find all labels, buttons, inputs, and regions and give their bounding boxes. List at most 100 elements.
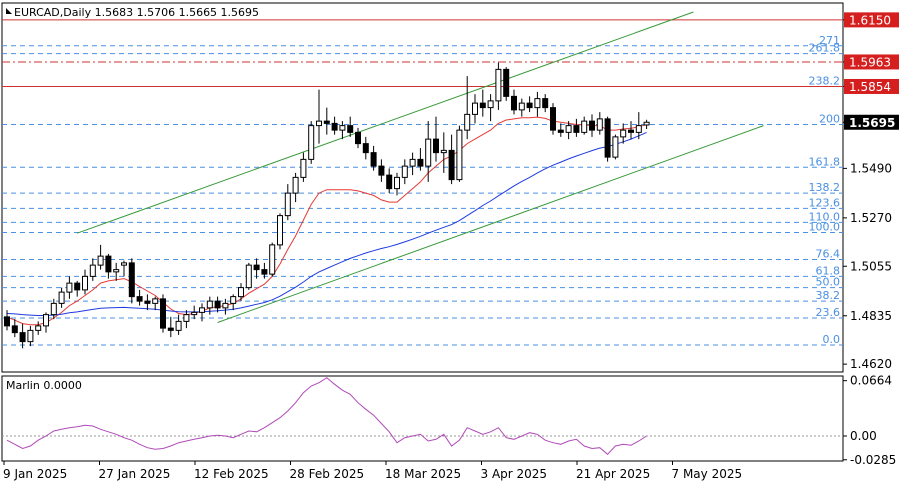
candle-bullish [565, 125, 572, 133]
candle-bearish [323, 120, 330, 124]
fib-level-label: 38.2 [816, 289, 841, 302]
fib-level-label: 123.6 [809, 196, 841, 209]
candle-bearish [417, 158, 424, 167]
candle-bearish [261, 269, 268, 275]
current-price-label: 1.5695 [849, 116, 895, 130]
main-plot-frame [1, 2, 844, 373]
candle-bullish [89, 264, 96, 277]
fib-level-label: 100.0 [809, 221, 841, 234]
candle-bullish [292, 176, 299, 194]
candle-bullish [58, 291, 65, 304]
candle-bearish [378, 165, 385, 176]
fib-level-label: 23.6 [816, 306, 841, 319]
candle-bearish [160, 298, 166, 329]
x-tick-label: 18 Mar 2025 [385, 467, 461, 481]
osc-y-tick-label: 0.0664 [850, 374, 892, 388]
candle-bullish [495, 68, 502, 102]
candle-bearish [542, 98, 549, 109]
candle-bearish [144, 300, 151, 304]
candle-bullish [620, 129, 627, 138]
candle-bullish [27, 329, 34, 343]
fib-level-label: 200 [819, 113, 840, 126]
chart-canvas: 271261.8238.2200161.8138.2123.6110.0100.… [1, 2, 899, 481]
candle-bullish [206, 300, 213, 309]
candle-bullish [401, 165, 408, 178]
candle-bearish [479, 102, 486, 109]
candle-bullish [409, 158, 416, 167]
candle-bearish [386, 174, 393, 190]
candle-bearish [19, 332, 26, 343]
candle-bearish [511, 95, 517, 111]
osc-y-tick-label: -0.0285 [850, 453, 896, 467]
candle-bearish [628, 129, 634, 133]
candle-bullish [97, 255, 104, 266]
fib-level-label: 161.8 [809, 155, 841, 168]
x-tick-label: 9 Jan 2025 [3, 467, 67, 481]
candle-bullish [308, 125, 315, 160]
candle-bullish [82, 275, 88, 291]
candle-bearish [557, 129, 564, 133]
candle-bullish [183, 314, 190, 322]
candle-bearish [604, 118, 611, 158]
candle-bearish [4, 316, 10, 327]
candle-bullish [43, 314, 49, 327]
candle-bullish [35, 325, 42, 331]
candle-bearish [370, 152, 377, 167]
candle-bullish [596, 118, 603, 131]
candle-bullish [238, 287, 244, 298]
candle-bearish [167, 327, 174, 331]
y-tick-label: 1.4835 [850, 309, 892, 323]
candle-bearish [347, 125, 354, 133]
oscillator-plot-frame [1, 375, 844, 462]
candle-bearish [362, 143, 369, 154]
candle-bullish [518, 102, 525, 111]
candle-bullish [284, 192, 291, 217]
candle-bullish [456, 129, 463, 181]
candle-bearish [526, 102, 533, 109]
candle-bullish [487, 100, 494, 109]
candle-bullish [277, 215, 283, 246]
candle-bullish [152, 298, 159, 304]
candle-bullish [316, 120, 322, 127]
candle-bearish [448, 149, 455, 181]
candle-bullish [199, 307, 205, 313]
fib-level-label: 50.0 [816, 276, 841, 289]
x-tick-label: 21 Apr 2025 [576, 467, 650, 481]
candle-bearish [214, 300, 221, 309]
candle-bearish [105, 255, 112, 273]
candle-bullish [425, 138, 432, 167]
candle-bullish [175, 320, 182, 331]
candle-bullish [643, 121, 650, 126]
candle-bullish [121, 262, 127, 266]
candle-bullish [113, 269, 120, 273]
fib-level-label: 138.2 [809, 181, 841, 194]
candle-bullish [394, 176, 400, 190]
candle-bearish [253, 264, 260, 271]
candle-bullish [472, 102, 478, 115]
candle-bearish [136, 296, 143, 302]
candle-bullish [191, 311, 198, 316]
candle-bullish [464, 113, 471, 131]
y-tick-label: 1.5055 [850, 259, 892, 273]
price-level-tag-label: 1.5854 [849, 80, 891, 94]
chart-window: 271 261.8 238.2 200 161.8 138.2 123.6 110.0 100.… [0, 0, 900, 487]
y-tick-label: 1.5270 [850, 211, 892, 225]
chart-header-text: EURCAD,Daily 1.5683 1.5706 1.5665 1.5695 [14, 6, 259, 19]
candle-bullish [581, 120, 588, 133]
x-tick-label: 12 Feb 2025 [194, 467, 269, 481]
candle-bearish [74, 282, 81, 291]
candle-bullish [339, 125, 346, 131]
candle-bearish [355, 131, 361, 145]
candle-bearish [433, 138, 439, 154]
y-tick-label: 1.4620 [850, 357, 892, 371]
x-tick-label: 27 Jan 2025 [99, 467, 171, 481]
candle-bearish [503, 68, 510, 97]
x-tick-label: 3 Apr 2025 [481, 467, 548, 481]
candle-bullish [245, 264, 252, 289]
candle-bullish [440, 149, 447, 154]
x-tick-label: 28 Feb 2025 [290, 467, 365, 481]
fib-level-label: 76.4 [816, 248, 841, 261]
candle-bullish [269, 244, 276, 275]
candle-bearish [589, 120, 595, 131]
y-tick-label: 1.5490 [850, 161, 892, 175]
